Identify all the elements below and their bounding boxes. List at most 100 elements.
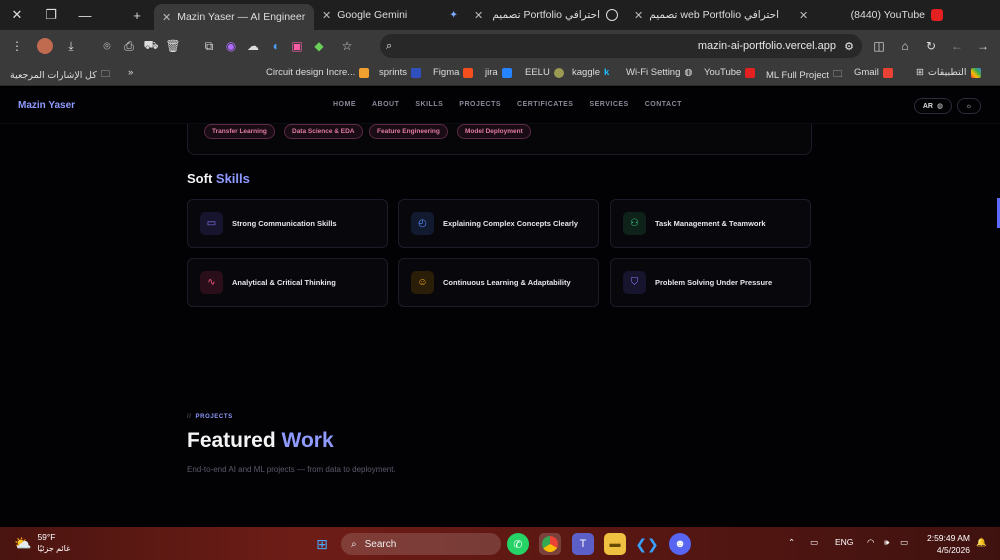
nav-contact[interactable]: CONTACT <box>645 101 682 108</box>
extension-blue-icon[interactable]: ◖ <box>264 35 286 57</box>
extension-purple-icon[interactable]: ◉ <box>220 35 242 57</box>
tab-youtube[interactable]: ✕ (8440) YouTube <box>791 0 951 30</box>
close-tab-icon[interactable]: ✕ <box>634 9 643 22</box>
profile-avatar[interactable] <box>34 35 56 57</box>
tab-portfolio-2[interactable]: ✕ تصميم web Portfolio احترافي <box>626 0 791 30</box>
pulse-icon: ∿ <box>200 271 223 294</box>
bookmark-jira[interactable]: jira <box>485 67 512 78</box>
tray-keyboard-icon[interactable]: ▭ <box>810 537 818 548</box>
screenshot-icon[interactable]: ⌾ <box>96 35 118 57</box>
extension-green-icon[interactable]: ◆ <box>308 35 330 57</box>
close-tab-icon[interactable]: ✕ <box>322 9 331 22</box>
extension-cloud-icon[interactable]: ☁ <box>242 35 264 57</box>
featured-work-title: Featured Work <box>187 429 334 452</box>
windows-taskbar: ⛅ 59°F غائم جزئيًا ⊞ ⌕ Search ✆ T ▬ ❮❯ ☻… <box>0 527 1000 560</box>
projects-section-tag: //PROJECTS <box>187 414 233 420</box>
bookmark-ml[interactable]: ML Full Project 🗀 <box>766 67 843 83</box>
split-view-icon[interactable]: ◫ <box>868 35 890 57</box>
site-info-icon[interactable]: ⚙ <box>844 40 854 53</box>
start-button[interactable]: ⊞ <box>311 533 333 555</box>
teams-icon[interactable]: T <box>572 533 594 555</box>
weather-widget[interactable]: ⛅ 59°F غائم جزئيًا <box>14 532 70 554</box>
soft-skill-card: ☺ Continuous Learning & Adaptability <box>398 258 599 307</box>
youtube-icon <box>931 9 943 21</box>
extension-pink-icon[interactable]: ▣ <box>286 35 308 57</box>
bookmarks-overflow[interactable]: » <box>128 67 133 78</box>
back-icon[interactable]: → <box>972 35 994 57</box>
new-tab-button[interactable]: + <box>120 0 154 30</box>
bookmark-wifi[interactable]: Wi-Fi Setting ◍ <box>626 67 693 78</box>
toolbar: ⋮ ⤓ ⌾ ⎙ ⛟ 🗑 ⧉ ◉ ☁ ◖ ▣ ◆ ☆ ⌕ mazin-ai-por… <box>0 30 1000 62</box>
trash-icon[interactable]: 🗑 <box>162 35 184 57</box>
bookmark-figma[interactable]: Figma <box>433 67 474 78</box>
theme-toggle-button[interactable]: ☼ <box>957 98 981 114</box>
close-tab-icon[interactable]: ✕ <box>162 11 171 24</box>
soft-skills-title: Soft Skills <box>187 171 250 186</box>
bookmark-sprints[interactable]: sprints <box>379 67 421 78</box>
close-tab-icon[interactable]: ✕ <box>474 9 483 22</box>
soft-skill-card: ⚇ Task Management & Teamwork <box>610 199 811 248</box>
tray-chevron-icon[interactable]: ⌃ <box>788 537 795 548</box>
bookmark-apps[interactable]: ⊞ التطبيقات <box>916 67 981 78</box>
vscode-icon[interactable]: ❮❯ <box>635 533 658 555</box>
bookmark-eelu[interactable]: EELU <box>525 67 564 78</box>
url-bar[interactable]: ⌕ mazin-ai-portfolio.vercel.app ⚙ <box>380 34 862 58</box>
nav-about[interactable]: ABOUT <box>372 101 399 108</box>
soft-skill-card: ▭ Strong Communication Skills <box>187 199 388 248</box>
bookmark-star-icon[interactable]: ☆ <box>336 35 358 57</box>
figma-icon <box>463 67 474 78</box>
skill-chip: Transfer Learning <box>204 124 275 139</box>
nav-projects[interactable]: PROJECTS <box>459 101 501 108</box>
youtube-icon <box>745 67 756 78</box>
reload-icon[interactable]: ↻ <box>920 35 942 57</box>
tab-mazin[interactable]: ✕ Mazin Yaser — AI Engineer <box>154 4 314 30</box>
battery-icon[interactable]: ▭ <box>900 537 908 548</box>
car-icon[interactable]: ⛟ <box>140 35 162 57</box>
system-clock[interactable]: 2:59:49 AM 4/5/2026 <box>916 532 970 556</box>
globe-icon: ◍ <box>937 103 944 110</box>
notification-icon[interactable]: 🔔 <box>976 537 987 548</box>
bookmark-gmail[interactable]: Gmail <box>854 67 893 78</box>
zoom-icon[interactable]: ⌕ <box>386 40 392 53</box>
tab-portfolio-1[interactable]: ✕ تصميم Portfolio احترافي <box>466 0 626 30</box>
weather-cloud-icon: ⛅ <box>14 534 32 551</box>
language-toggle-button[interactable]: AR ◍ <box>914 98 952 114</box>
sun-icon: ☼ <box>965 102 973 110</box>
site-brand[interactable]: Mazin Yaser <box>18 100 75 111</box>
restore-window-icon[interactable]: ❐ <box>34 0 68 30</box>
nav-home[interactable]: HOME <box>333 101 356 108</box>
volume-icon[interactable]: 🕪 <box>884 537 889 548</box>
input-language[interactable]: ENG <box>835 537 853 547</box>
print-icon[interactable]: ⎙ <box>118 35 140 57</box>
clock-icon: ◴ <box>411 212 434 235</box>
bookmark-youtube[interactable]: YouTube <box>704 67 756 78</box>
close-window-icon[interactable]: ✕ <box>0 0 34 30</box>
download-icon[interactable]: ⤓ <box>60 35 82 57</box>
nav-skills[interactable]: SKILLS <box>415 101 443 108</box>
taskbar-search[interactable]: ⌕ Search <box>341 533 501 555</box>
whatsapp-icon[interactable]: ✆ <box>507 533 529 555</box>
extensions-icon[interactable]: ⧉ <box>198 35 220 57</box>
gemini-star-icon: ✦ <box>449 9 458 21</box>
close-tab-icon[interactable]: ✕ <box>799 9 808 22</box>
file-explorer-icon[interactable]: ▬ <box>604 533 626 555</box>
skill-chip: Data Science & EDA <box>284 124 363 139</box>
nav-certificates[interactable]: CERTIFICATES <box>517 101 573 108</box>
team-icon: ⚇ <box>623 212 646 235</box>
portfolio-page: Mazin Yaser HOME ABOUT SKILLS PROJECTS C… <box>0 88 1000 527</box>
forward-icon[interactable]: ← <box>946 35 968 57</box>
tab-gemini[interactable]: ✕ Google Gemini ✦ <box>314 0 466 30</box>
minimize-window-icon[interactable]: — <box>68 0 102 30</box>
bookmark-kaggle[interactable]: kaggle k <box>572 67 609 78</box>
chrome-icon[interactable] <box>539 533 561 555</box>
discord-icon[interactable]: ☻ <box>669 533 691 555</box>
menu-dots-icon[interactable]: ⋮ <box>6 35 28 57</box>
wifi-icon[interactable]: ◠ <box>867 537 874 548</box>
home-icon[interactable]: ⌂ <box>894 35 916 57</box>
apps-icon <box>970 67 981 78</box>
bookmark-all[interactable]: كل الإشارات المرجعية 🗀 <box>10 67 110 83</box>
bookmark-circuit[interactable]: Circuit design Incre... <box>266 67 370 78</box>
nav-services[interactable]: SERVICES <box>589 101 628 108</box>
gmail-icon <box>882 67 893 78</box>
skill-chip: Feature Engineering <box>369 124 448 139</box>
